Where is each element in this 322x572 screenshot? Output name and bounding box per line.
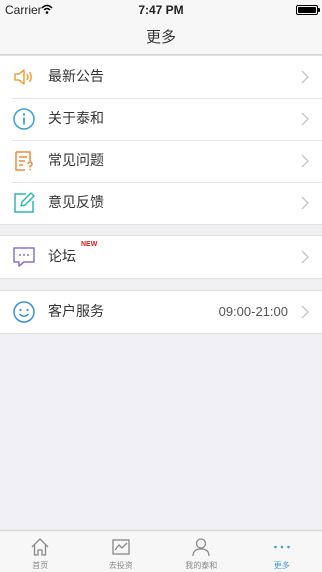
info-icon — [13, 108, 35, 130]
menu-item-about[interactable]: 关于泰和 — [0, 98, 322, 140]
menu-item-label: 客户服务 — [48, 304, 104, 320]
menu-item-forum[interactable]: 论坛 NEW — [0, 236, 322, 278]
smile-icon — [13, 301, 35, 323]
menu-item-faq[interactable]: 常见问题 — [0, 140, 322, 182]
tab-invest[interactable]: 去投资 — [81, 531, 162, 572]
faq-icon — [15, 151, 33, 171]
tab-label: 首页 — [32, 561, 49, 570]
chevron-right-icon — [301, 70, 309, 84]
more-icon — [273, 545, 290, 549]
chevron-right-icon — [301, 154, 309, 168]
tab-label: 去投资 — [108, 561, 133, 570]
menu-group-service: 客户服务 09:00-21:00 — [0, 290, 322, 334]
status-time: 7:47 PM — [138, 3, 184, 17]
chevron-right-icon — [301, 196, 309, 210]
new-badge: NEW — [81, 241, 98, 248]
menu-item-customer-service[interactable]: 客户服务 09:00-21:00 — [0, 291, 322, 333]
tab-home[interactable]: 首页 — [0, 531, 81, 572]
service-hours: 09:00-21:00 — [218, 304, 288, 319]
home-icon — [31, 538, 49, 556]
chevron-right-icon — [301, 250, 309, 264]
menu-item-label: 意见反馈 — [48, 195, 104, 211]
tab-label: 更多 — [273, 561, 290, 570]
nav-bar: 更多 — [0, 20, 322, 55]
tab-more[interactable]: 更多 — [242, 531, 322, 572]
battery-icon — [296, 5, 320, 15]
tab-my-account[interactable]: 我的泰和 — [161, 531, 242, 572]
menu-group-main: 最新公告 关于泰和 常见问题 意见反馈 — [0, 55, 322, 225]
chat-icon — [13, 247, 35, 267]
menu-item-feedback[interactable]: 意见反馈 — [0, 182, 322, 224]
tab-label: 我的泰和 — [185, 561, 218, 570]
user-icon — [192, 538, 210, 557]
menu-item-label: 论坛 — [48, 249, 76, 265]
invest-icon — [112, 539, 130, 555]
page-title: 更多 — [145, 28, 176, 46]
menu-item-announcements[interactable]: 最新公告 — [0, 56, 322, 98]
menu-item-label: 关于泰和 — [48, 111, 104, 127]
status-bar: Carrier 7:47 PM — [0, 0, 322, 20]
menu-group-forum: 论坛 NEW — [0, 235, 322, 279]
speaker-icon — [14, 69, 32, 85]
chevron-right-icon — [301, 112, 309, 126]
tab-bar: 首页 去投资 我的泰和 更多 — [0, 530, 322, 572]
edit-icon — [14, 192, 35, 213]
menu-item-label: 最新公告 — [48, 69, 104, 85]
chevron-right-icon — [301, 305, 309, 319]
menu-item-label: 常见问题 — [48, 153, 104, 169]
